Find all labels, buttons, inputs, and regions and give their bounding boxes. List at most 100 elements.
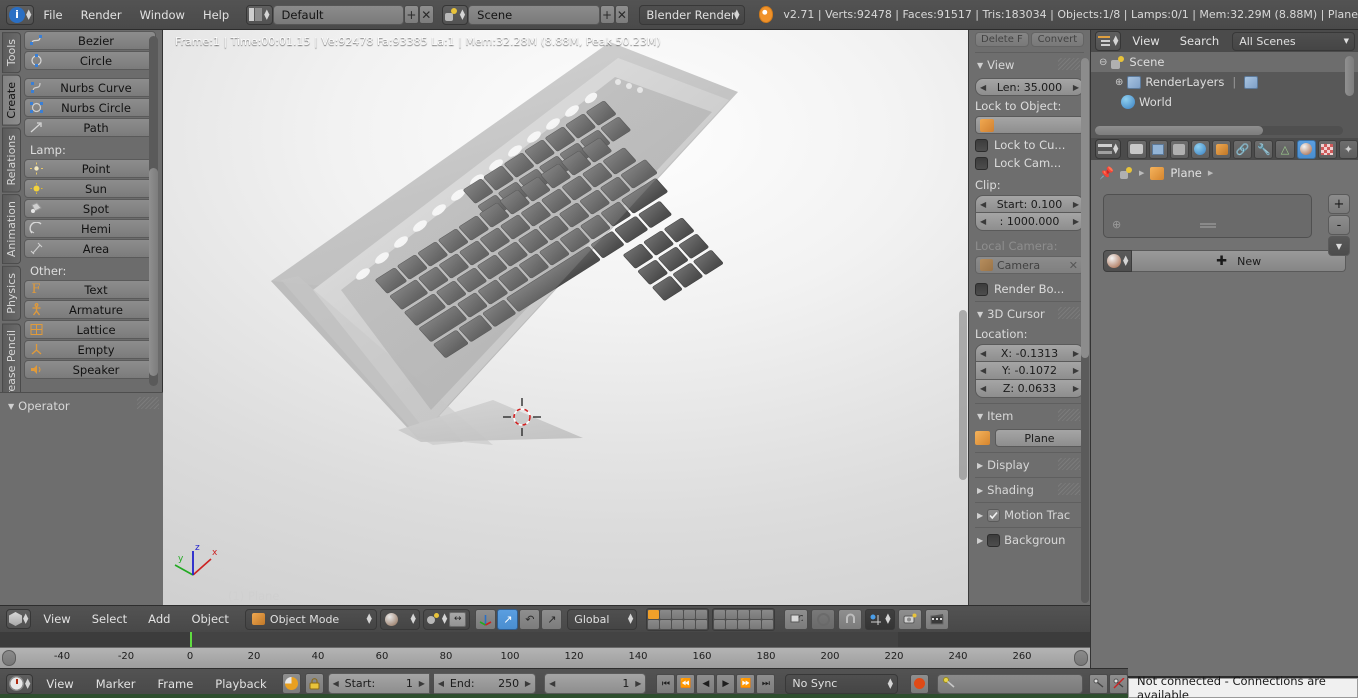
vp-menu-view[interactable]: View	[34, 608, 79, 630]
viewport-vertical-scrollbar[interactable]	[959, 70, 967, 590]
add-slot-inline-icon[interactable]: ⊕	[1112, 218, 1121, 231]
display-panel-header[interactable]: ▶ Display	[977, 458, 1084, 472]
renderlayers-icon[interactable]	[1244, 75, 1259, 89]
tab-create[interactable]: Create	[2, 75, 21, 126]
local-camera-field[interactable]: Camera ✕	[975, 256, 1084, 274]
cursor-x-field[interactable]: ◀ X: -0.1313 ▶	[975, 344, 1084, 362]
lock-icon[interactable]	[304, 673, 324, 694]
add-screen-layout-button[interactable]: +	[404, 5, 419, 24]
play-reverse-icon[interactable]: ⏪	[676, 673, 696, 694]
snap-magnet-icon[interactable]	[838, 608, 863, 630]
add-armature-button[interactable]: Armature	[24, 300, 156, 319]
timeline-playhead[interactable]	[190, 632, 192, 647]
material-specials-menu-button[interactable]: ▼	[1328, 236, 1350, 256]
add-bezier-button[interactable]: Bezier	[24, 31, 156, 50]
properties-tab-modifiers[interactable]: 🔧	[1254, 139, 1274, 159]
snap-during-transform-icon[interactable]: ↔	[449, 611, 467, 627]
tl-menu-frame[interactable]: Frame	[148, 673, 202, 695]
add-lattice-button[interactable]: Lattice	[24, 320, 156, 339]
layer-cell[interactable]	[762, 619, 774, 629]
add-scene-button[interactable]: +	[599, 5, 615, 24]
editor-type-selector-outliner[interactable]: ▲ ▼	[1095, 31, 1122, 51]
properties-tab-render[interactable]	[1127, 139, 1147, 159]
arrow-left-icon[interactable]: ◀	[333, 679, 339, 688]
properties-tab-texture[interactable]	[1317, 139, 1337, 159]
vp-menu-add[interactable]: Add	[139, 608, 179, 630]
cursor-y-field[interactable]: ◀ Y: -0.1072 ▶	[975, 362, 1084, 380]
outliner-horizontal-scrollbar[interactable]	[1095, 126, 1343, 135]
outliner-display-mode-select[interactable]: All Scenes ▼	[1232, 31, 1355, 51]
add-lamp-sun-button[interactable]: Sun	[24, 179, 156, 198]
arrow-left-icon[interactable]: ◀	[980, 200, 986, 209]
layer-cell[interactable]	[672, 619, 684, 629]
add-lamp-area-button[interactable]: Area	[24, 239, 156, 258]
step-forward-icon[interactable]: ⏩	[736, 673, 756, 694]
close-icon[interactable]: ✕	[1069, 259, 1078, 272]
outliner-menu-search[interactable]: Search	[1171, 30, 1229, 52]
lock-to-object-field[interactable]	[975, 116, 1084, 134]
properties-tab-world[interactable]	[1190, 139, 1210, 159]
tab-relations[interactable]: Relations	[2, 127, 21, 193]
scale-widget-icon[interactable]: ↗	[541, 608, 563, 630]
layer-cell[interactable]	[750, 609, 762, 619]
properties-tab-data[interactable]: △	[1275, 139, 1295, 159]
layer-cell[interactable]	[738, 609, 750, 619]
layer-cell[interactable]	[726, 609, 738, 619]
menu-render[interactable]: Render	[72, 4, 131, 26]
properties-tab-constraints[interactable]: 🔗	[1233, 139, 1253, 159]
delete-scene-button[interactable]: ✕	[614, 5, 630, 24]
motion-tracking-checkbox[interactable]	[987, 508, 1001, 522]
timeline-track[interactable]	[0, 632, 1090, 647]
layer-cell[interactable]	[714, 609, 726, 619]
clip-start-field[interactable]: ◀ Start: 0.100 ▶	[975, 195, 1084, 213]
lock-camera-row[interactable]: Lock Cam...	[975, 156, 1084, 170]
screen-layout-name[interactable]: Default	[272, 4, 404, 25]
scrollbar-thumb[interactable]	[1095, 126, 1263, 135]
pivot-point-select[interactable]: ▲ ▼ ↔	[422, 608, 471, 630]
add-circle-button[interactable]: Circle	[24, 51, 156, 70]
viewport-shading-select[interactable]: ▲ ▼	[379, 608, 420, 630]
browse-material-button[interactable]: ▲ ▼	[1103, 250, 1133, 272]
layer-cell[interactable]	[684, 609, 696, 619]
arrow-right-icon[interactable]: ▶	[525, 679, 531, 688]
layer-cell[interactable]	[696, 619, 708, 629]
jump-end-icon[interactable]: ⏭	[756, 673, 776, 694]
add-lamp-point-button[interactable]: Point	[24, 159, 156, 178]
render-border-checkbox[interactable]	[975, 282, 988, 296]
timeline-scroll-handle-right[interactable]	[1074, 650, 1088, 666]
scrollbar-thumb[interactable]	[1081, 58, 1089, 358]
add-lamp-spot-button[interactable]: Spot	[24, 199, 156, 218]
layer-cell[interactable]	[648, 619, 660, 629]
insert-keyframe-icon[interactable]	[1089, 673, 1109, 694]
tool-shelf-scrollbar[interactable]	[149, 36, 158, 386]
sync-mode-select[interactable]: No Sync ▲ ▼	[785, 673, 898, 694]
expander-expand-icon[interactable]: ⊕	[1115, 77, 1123, 88]
outliner-row-scene[interactable]: ⊖ Scene	[1091, 52, 1358, 72]
play-back-icon[interactable]: ◀	[696, 673, 716, 694]
transform-orientation-select[interactable]: Global ▲ ▼	[567, 608, 638, 630]
scrollbar-thumb[interactable]	[959, 310, 967, 480]
start-frame-field[interactable]: ◀ Start: 1 ▶	[327, 673, 430, 694]
outliner-menu-view[interactable]: View	[1123, 30, 1168, 52]
render-opengl-anim-icon[interactable]	[924, 608, 949, 630]
editor-type-selector-info[interactable]: i ▲ ▼	[6, 4, 35, 25]
layer-cell[interactable]	[738, 619, 750, 629]
layer-cell[interactable]	[696, 609, 708, 619]
layer-cell[interactable]	[672, 609, 684, 619]
translate-widget-icon[interactable]: ↗	[497, 608, 519, 630]
render-opengl-icon[interactable]	[897, 608, 922, 630]
menu-file[interactable]: File	[34, 4, 71, 26]
editor-type-selector-timeline[interactable]: ▲ ▼	[6, 673, 34, 694]
play-forward-icon[interactable]: ▶	[716, 673, 736, 694]
screen-layout-browse[interactable]: ▲ ▼	[246, 4, 273, 25]
record-icon[interactable]	[910, 673, 929, 694]
resize-grip-icon[interactable]	[1199, 223, 1216, 228]
arrow-left-icon[interactable]: ◀	[980, 349, 986, 358]
interaction-mode-select[interactable]: Object Mode ▲ ▼	[244, 608, 377, 630]
scene-name[interactable]: Scene	[468, 4, 600, 25]
add-text-button[interactable]: F Text	[24, 280, 156, 299]
layer-grid-right[interactable]	[712, 607, 776, 631]
scrollbar-thumb[interactable]	[149, 168, 158, 376]
lock-camera-checkbox[interactable]	[975, 156, 988, 170]
tab-physics[interactable]: Physics	[2, 266, 21, 321]
